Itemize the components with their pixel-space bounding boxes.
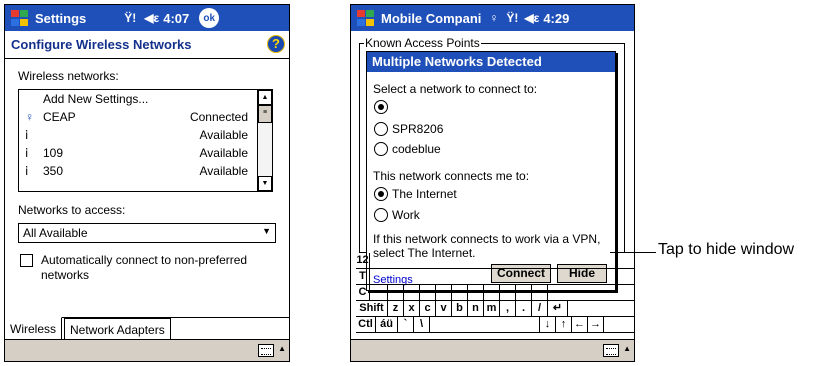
- menu-bar: ▲: [5, 339, 289, 361]
- settings-screen: Settings Ÿ! ◀ε 4:07 ok Configure Wireles…: [4, 4, 290, 362]
- clock[interactable]: 4:29: [543, 11, 569, 26]
- frame-label: Known Access Points: [364, 36, 481, 50]
- key[interactable]: z: [388, 301, 404, 316]
- network-icon: ⅰ: [25, 128, 29, 142]
- arrow-right-key[interactable]: →: [588, 317, 604, 332]
- key[interactable]: ,: [500, 301, 516, 316]
- keyboard-icon[interactable]: [258, 344, 274, 357]
- volume-icon[interactable]: ◀ε: [524, 11, 539, 25]
- key[interactable]: T: [356, 269, 370, 284]
- internet-radio[interactable]: [374, 187, 388, 201]
- work-label: Work: [392, 208, 420, 222]
- work-radio[interactable]: [374, 208, 388, 222]
- key[interactable]: m: [484, 301, 500, 316]
- space-key[interactable]: [430, 317, 540, 332]
- window-title: Settings: [35, 10, 87, 26]
- window-title: Mobile Compani: [381, 10, 482, 26]
- key[interactable]: /: [532, 301, 548, 316]
- wireless-networks-label: Wireless networks:: [18, 69, 119, 83]
- network-icon: ⅰ: [25, 164, 29, 178]
- wireless-networks-list[interactable]: Add New Settings... ♀ CEAP Connected ⅰ Avai…: [18, 89, 273, 192]
- dialog-title: Multiple Networks Detected: [367, 52, 615, 72]
- auto-connect-label: Automatically connect to non-preferred n…: [41, 253, 248, 282]
- key[interactable]: `: [398, 317, 414, 332]
- key[interactable]: n: [468, 301, 484, 316]
- callout-pointer: [610, 252, 656, 253]
- auto-connect-checkbox[interactable]: [20, 254, 33, 267]
- list-item[interactable]: ⅰ 109 Available: [19, 146, 254, 164]
- sip-arrow-icon[interactable]: ▲: [278, 344, 286, 353]
- keyboard-row: Shift z x c v b n m , . / ↵: [356, 301, 634, 317]
- volume-icon[interactable]: ◀ε: [144, 11, 159, 25]
- scroll-down-icon[interactable]: ▼: [258, 176, 272, 191]
- key[interactable]: c: [420, 301, 436, 316]
- arrow-down-key[interactable]: ↓: [540, 317, 556, 332]
- keyboard-row: 12: [356, 253, 634, 269]
- sip-arrow-icon[interactable]: ▲: [623, 344, 631, 353]
- key[interactable]: \: [414, 317, 430, 332]
- arrow-up-key[interactable]: ↑: [556, 317, 572, 332]
- page-header: Configure Wireless Networks ?: [5, 31, 289, 59]
- tab-bar: Wireless Network Adapters: [5, 317, 289, 341]
- help-icon[interactable]: ?: [267, 35, 285, 53]
- tab-wireless[interactable]: Wireless: [5, 317, 63, 341]
- network-option-label: codeblue: [392, 142, 441, 156]
- list-item[interactable]: ♀ CEAP Connected: [19, 110, 254, 128]
- title-bar: Mobile Compani ♀ Ÿ! ◀ε 4:29: [351, 5, 634, 31]
- mobile-companion-screen: Mobile Compani ♀ Ÿ! ◀ε 4:29 Known Access…: [350, 4, 635, 362]
- start-flag-icon[interactable]: [355, 9, 375, 27]
- page-title: Configure Wireless Networks: [11, 37, 192, 52]
- signal-icon[interactable]: Ÿ!: [124, 11, 136, 25]
- scroll-thumb[interactable]: ≡: [258, 105, 272, 123]
- chevron-down-icon: ▼: [262, 226, 271, 236]
- network-radio-spr8206[interactable]: [374, 122, 388, 136]
- list-scrollbar[interactable]: ▲ ≡ ▼: [257, 90, 272, 191]
- network-status-icon[interactable]: ♀: [489, 11, 498, 25]
- network-radio-1[interactable]: [374, 100, 388, 114]
- list-item[interactable]: ⅰ Available: [19, 128, 254, 146]
- key[interactable]: x: [404, 301, 420, 316]
- list-item[interactable]: ⅰ 350 Available: [19, 164, 254, 182]
- accent-key[interactable]: áü: [376, 317, 398, 332]
- connects-prompt: This network connects me to:: [373, 169, 530, 183]
- list-item[interactable]: Add New Settings...: [19, 92, 254, 110]
- network-icon: ⅰ: [25, 146, 29, 160]
- key[interactable]: v: [436, 301, 452, 316]
- key[interactable]: 12: [356, 253, 370, 268]
- signal-icon[interactable]: Ÿ!: [506, 11, 518, 25]
- keyboard-row: T: [356, 269, 634, 285]
- ok-button[interactable]: ok: [199, 8, 220, 28]
- key[interactable]: b: [452, 301, 468, 316]
- ctl-key[interactable]: Ctl: [356, 317, 376, 332]
- key[interactable]: .: [516, 301, 532, 316]
- networks-to-access-label: Networks to access:: [18, 203, 126, 217]
- menu-bar: ▲: [351, 339, 634, 361]
- keyboard-row: Ctl áü ` \ ↓ ↑ ← →: [356, 317, 634, 333]
- enter-key[interactable]: ↵: [548, 301, 568, 316]
- callout-text: Tap to hide window: [658, 241, 795, 258]
- tab-network-adapters[interactable]: Network Adapters: [64, 318, 171, 341]
- arrow-left-key[interactable]: ←: [572, 317, 588, 332]
- start-flag-icon[interactable]: [9, 9, 29, 27]
- keyboard-icon[interactable]: [603, 344, 619, 357]
- scroll-up-icon[interactable]: ▲: [258, 90, 272, 105]
- network-radio-codeblue[interactable]: [374, 142, 388, 156]
- keyboard-row: C: [356, 285, 634, 301]
- network-option-label: SPR8206: [392, 122, 444, 136]
- shift-key[interactable]: Shift: [356, 301, 388, 316]
- networks-to-access-select[interactable]: All Available ▼: [18, 223, 276, 243]
- select-network-prompt: Select a network to connect to:: [373, 82, 538, 96]
- clock[interactable]: 4:07: [163, 11, 189, 26]
- key[interactable]: C: [356, 285, 370, 300]
- network-connected-icon: ♀: [25, 110, 34, 124]
- soft-keyboard: 12 T C Shift z x c v b n m , . / ↵ Ctl á…: [356, 253, 634, 343]
- internet-label: The Internet: [392, 187, 457, 201]
- title-bar: Settings Ÿ! ◀ε 4:07 ok: [5, 5, 289, 31]
